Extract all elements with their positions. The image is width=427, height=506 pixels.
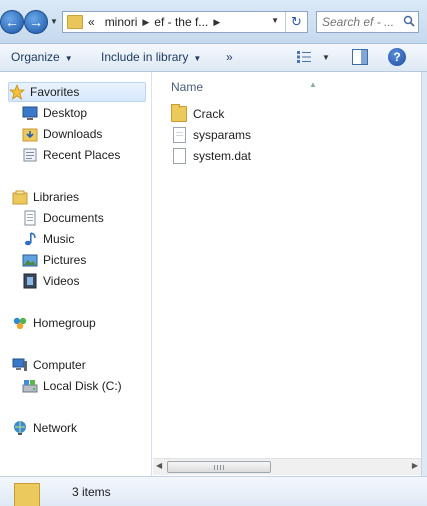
sidebar-item-label: Videos — [43, 274, 80, 288]
refresh-button[interactable]: ↻ — [285, 12, 307, 32]
sidebar-item-libraries[interactable]: Libraries — [12, 187, 79, 207]
sidebar-item-favorites[interactable]: Favorites — [8, 82, 146, 102]
sidebar-item-music[interactable]: Music — [22, 229, 74, 249]
help-icon[interactable]: ? — [388, 48, 406, 66]
address-box[interactable]: « minori ▶ ef - the f... ▶ ▼ ↻ — [62, 11, 308, 33]
list-item[interactable]: Crack — [171, 104, 224, 124]
list-item[interactable]: sysparams — [171, 125, 251, 145]
address-history-dropdown-icon[interactable]: ▼ — [271, 16, 279, 25]
star-icon — [9, 84, 25, 100]
breadcrumb-current-folder[interactable]: ef - the f... — [149, 15, 213, 29]
window-edge — [421, 72, 427, 476]
sidebar-item-label: Favorites — [30, 85, 80, 99]
breadcrumb-separator-icon[interactable]: ▶ — [213, 17, 220, 28]
libraries-icon — [12, 190, 28, 205]
forward-button[interactable]: → — [24, 10, 48, 34]
sidebar-item-label: Recent Places — [43, 148, 121, 162]
music-note-icon — [25, 232, 36, 246]
homegroup-icon — [13, 317, 27, 330]
sidebar-item-network[interactable]: Network — [12, 418, 77, 438]
videos-icon — [23, 273, 37, 289]
file-name: system.dat — [193, 149, 252, 163]
recent-pages-chevron-down-icon[interactable]: ▼ — [50, 17, 58, 26]
search-icon[interactable] — [403, 15, 415, 27]
file-name: Crack — [193, 107, 225, 121]
sidebar-item-label: Computer — [33, 358, 86, 372]
sidebar-item-label: Local Disk (C:) — [43, 379, 122, 393]
address-bar-area: ← → ▼ « minori ▶ ef - the f... ▶ ▼ ↻ — [0, 0, 427, 44]
command-bar: Organize ▼ Include in library ▼ » ▼ ? — [0, 44, 427, 72]
sidebar-item-label: Desktop — [43, 106, 88, 120]
search-box[interactable] — [316, 11, 419, 33]
breadcrumb-overflow[interactable]: « — [83, 15, 100, 29]
folder-icon — [67, 15, 83, 29]
folder-icon — [14, 483, 40, 506]
sidebar-item-local-disk[interactable]: Local Disk (C:) — [22, 376, 122, 396]
scroll-right-icon[interactable]: ▶ — [412, 461, 418, 470]
sidebar-item-videos[interactable]: Videos — [22, 271, 79, 291]
sidebar-item-label: Homegroup — [33, 316, 96, 330]
downloads-folder-icon — [22, 128, 38, 142]
grip-icon — [214, 465, 224, 470]
list-item[interactable]: system.dat — [171, 146, 251, 166]
item-count: 3 items — [72, 485, 111, 499]
more-commands-button[interactable]: » — [226, 50, 233, 64]
sidebar-item-downloads[interactable]: Downloads — [22, 124, 102, 144]
column-header-label: Name — [171, 80, 204, 94]
hard-drive-icon — [22, 380, 38, 393]
recent-places-icon — [23, 148, 37, 162]
sidebar-item-label: Libraries — [33, 190, 80, 204]
sidebar-item-documents[interactable]: Documents — [22, 208, 104, 228]
sidebar-item-label: Documents — [43, 211, 104, 225]
documents-icon — [24, 210, 36, 226]
back-button[interactable]: ← — [0, 10, 24, 34]
include-in-library-button[interactable]: Include in library ▼ — [101, 50, 201, 64]
network-icon — [14, 421, 26, 435]
sidebar-item-label: Downloads — [43, 127, 103, 141]
sidebar-item-desktop[interactable]: Desktop — [22, 103, 87, 123]
sidebar-item-label: Music — [43, 232, 75, 246]
breadcrumb-separator-icon[interactable]: ▶ — [142, 17, 149, 28]
folder-icon — [171, 104, 187, 122]
scrollbar-thumb[interactable] — [167, 461, 271, 473]
organize-label: Organize — [11, 50, 60, 64]
chevron-down-icon: ▼ — [193, 54, 202, 63]
text-file-icon — [173, 127, 186, 143]
sidebar-item-recent-places[interactable]: Recent Places — [22, 145, 120, 165]
search-input[interactable] — [317, 12, 401, 32]
sidebar-item-homegroup[interactable]: Homegroup — [12, 313, 96, 333]
pictures-icon — [22, 254, 38, 267]
navigation-pane: Favorites Desktop Downloads Recent Place… — [0, 72, 152, 476]
preview-pane-icon[interactable] — [352, 49, 368, 65]
file-list: Name ▲ Crack sysparams system.dat — [153, 72, 421, 476]
chevron-down-icon: ▼ — [64, 54, 73, 63]
organize-button[interactable]: Organize ▼ — [11, 50, 73, 64]
view-options-chevron-down-icon[interactable]: ▼ — [322, 53, 330, 62]
sidebar-item-label: Pictures — [43, 253, 87, 267]
sidebar-item-pictures[interactable]: Pictures — [22, 250, 86, 270]
sidebar-item-computer[interactable]: Computer — [12, 355, 86, 375]
desktop-icon — [22, 106, 38, 120]
computer-icon — [12, 358, 27, 371]
change-view-icon[interactable] — [296, 50, 312, 64]
sort-ascending-icon: ▲ — [309, 80, 317, 89]
file-name: sysparams — [193, 128, 252, 142]
breadcrumb-minori[interactable]: minori — [100, 15, 143, 29]
details-pane: 3 items — [0, 476, 427, 506]
scroll-left-icon[interactable]: ◀ — [156, 461, 162, 470]
sidebar-item-label: Network — [33, 421, 78, 435]
horizontal-scrollbar[interactable]: ◀ ▶ — [153, 458, 421, 475]
column-header-name[interactable]: Name ▲ — [171, 80, 317, 94]
file-icon — [173, 148, 186, 164]
include-in-library-label: Include in library — [101, 50, 189, 64]
